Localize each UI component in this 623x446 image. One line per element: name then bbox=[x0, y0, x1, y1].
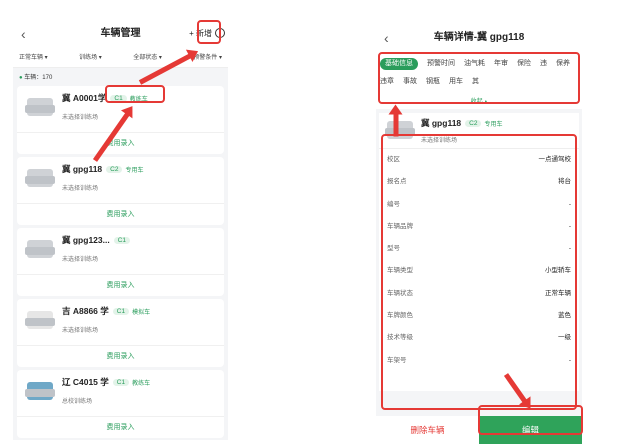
plate-number: 吉 A8866 学 C1 模拟车 bbox=[62, 306, 151, 316]
vehicle-type: 教练车 bbox=[132, 381, 151, 387]
license-class-badge: C2 bbox=[106, 166, 123, 173]
highlight-detail-box bbox=[381, 134, 577, 410]
page-title: 车辆详情-冀 gpg118 bbox=[433, 32, 525, 43]
plate-number: 冀 gpg123... C1 bbox=[62, 234, 131, 246]
fee-entry-button[interactable]: 费用录入 bbox=[17, 132, 224, 154]
vehicle-card[interactable]: 吉 A8866 学 C1 模拟车 未选择训练场 费用录入 bbox=[17, 299, 224, 367]
filter-field[interactable]: 训练场 ▾ bbox=[79, 50, 102, 67]
car-icon bbox=[25, 169, 55, 187]
list-header: ‹ 车辆管理 + 新增 bbox=[13, 20, 228, 50]
training-field: 总校训练场 bbox=[62, 399, 93, 405]
plate-number: 冀 gpg118 C2 专用车 bbox=[421, 118, 503, 128]
car-icon bbox=[25, 98, 55, 116]
plate-number: 冀 gpg118 C2 专用车 bbox=[62, 164, 144, 174]
vehicle-type: 专用车 bbox=[125, 168, 144, 174]
license-class-badge: C1 bbox=[113, 237, 131, 244]
license-class-badge: C1 bbox=[112, 379, 130, 386]
plate-number: 辽 C4015 学 C1 教练车 bbox=[62, 377, 151, 387]
license-class-badge: C2 bbox=[465, 120, 482, 127]
filter-all-status[interactable]: 全部状态 ▾ bbox=[133, 50, 162, 67]
placeholder-image-icon bbox=[25, 311, 55, 329]
vehicle-card[interactable]: 冀 gpg123... C1 未选择训练场 费用录入 bbox=[17, 228, 224, 296]
training-field: 未选择训练场 bbox=[62, 115, 99, 121]
vehicle-list-screen: ‹ 车辆管理 + 新增 正常车辆 ▾ 训练场 ▾ 全部状态 ▾ 预警条件 ▾ ●… bbox=[13, 20, 228, 440]
page-title: 车辆管理 bbox=[100, 28, 141, 39]
vehicle-card[interactable]: 辽 C4015 学 C1 教练车 总校训练场 费用录入 bbox=[17, 370, 224, 438]
vehicle-card[interactable]: 冀 gpg118 C2 专用车 未选择训练场 费用录入 bbox=[17, 157, 224, 225]
highlight-tabs-box bbox=[378, 52, 580, 104]
filter-status[interactable]: 正常车辆 ▾ bbox=[19, 50, 48, 67]
annotation-arrow bbox=[393, 110, 399, 137]
detail-header: ‹ 车辆详情-冀 gpg118 bbox=[376, 24, 582, 54]
back-icon[interactable]: ‹ bbox=[21, 20, 26, 48]
vehicle-type: 专用车 bbox=[484, 122, 503, 128]
training-field: 未选择训练场 bbox=[62, 257, 99, 263]
fee-entry-button[interactable]: 费用录入 bbox=[17, 416, 224, 438]
training-field: 未选择训练场 bbox=[62, 186, 99, 192]
license-class-badge: C1 bbox=[112, 308, 130, 315]
highlight-search-box bbox=[197, 20, 221, 44]
vehicle-count: ● 车辆：170 bbox=[19, 75, 53, 81]
highlight-edit-box bbox=[478, 405, 583, 435]
fee-entry-button[interactable]: 费用录入 bbox=[17, 203, 224, 225]
vehicle-count-text: 车辆：170 bbox=[24, 75, 53, 81]
car-icon bbox=[25, 240, 55, 258]
vehicle-photo bbox=[25, 382, 55, 400]
back-icon[interactable]: ‹ bbox=[384, 24, 389, 52]
vehicle-type: 模拟车 bbox=[132, 310, 151, 316]
fee-entry-button[interactable]: 费用录入 bbox=[17, 345, 224, 367]
training-field: 未选择训练场 bbox=[62, 328, 99, 334]
fee-entry-button[interactable]: 费用录入 bbox=[17, 274, 224, 296]
delete-vehicle-button[interactable]: 删除车辆 bbox=[376, 416, 479, 444]
highlight-plate-box bbox=[105, 85, 165, 103]
